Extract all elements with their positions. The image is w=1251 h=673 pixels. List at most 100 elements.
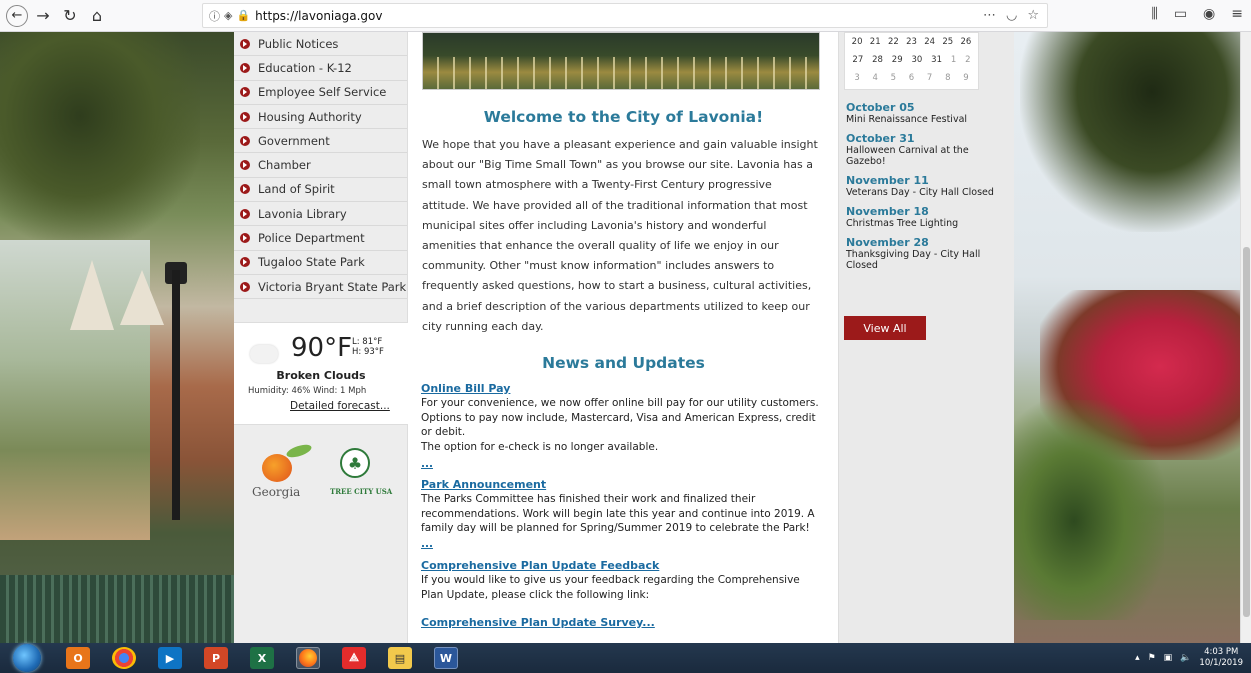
tray-expand-icon[interactable]: ▴ <box>1135 653 1140 663</box>
media-player-icon[interactable]: ▶ <box>158 647 182 669</box>
start-button[interactable] <box>13 644 41 672</box>
reload-icon[interactable]: ↻ <box>58 4 82 28</box>
tracking-shield-icon[interactable]: ◈ <box>224 9 232 22</box>
vertical-scrollbar[interactable] <box>1240 32 1251 643</box>
library-icon[interactable]: ⫼ <box>1151 6 1157 22</box>
left-sidebar: Public Notices Education - K-12 Employee S… <box>234 32 408 643</box>
calendar-day[interactable]: 29 <box>892 55 903 65</box>
calendar-day[interactable]: 20 <box>852 37 863 47</box>
account-icon[interactable]: ◉ <box>1203 6 1215 22</box>
calendar-day[interactable]: 28 <box>872 55 883 65</box>
news-item-comprehensive-plan: Comprehensive Plan Update Feedback If yo… <box>421 559 821 630</box>
news-title-link[interactable]: Comprehensive Plan Update Feedback <box>421 559 821 573</box>
url-text[interactable]: https://lavoniaga.gov <box>255 9 382 23</box>
menu-item-label: Police Department <box>258 231 365 246</box>
event-date: October 31 <box>846 132 915 145</box>
news-title-link[interactable]: Online Bill Pay <box>421 382 821 396</box>
word-icon[interactable]: W <box>434 647 458 669</box>
event-item[interactable]: November 28 Thanksgiving Day - City Hall … <box>846 237 1011 272</box>
calendar-day[interactable]: 21 <box>870 37 881 47</box>
calendar-day[interactable]: 1 <box>951 55 956 65</box>
page-actions-icon[interactable]: ⋯ <box>983 8 996 23</box>
pocket-icon[interactable]: ◡ <box>1006 8 1017 23</box>
network-icon[interactable]: ▣ <box>1164 653 1173 663</box>
firefox-icon[interactable] <box>296 647 320 669</box>
scrollbar-thumb[interactable] <box>1243 247 1250 617</box>
calendar-day[interactable]: 27 <box>852 55 863 65</box>
menu-item[interactable]: Government <box>234 129 407 154</box>
georgia-logo-text: Georgia <box>252 485 301 499</box>
detailed-forecast-link[interactable]: Detailed forecast... <box>290 400 390 412</box>
menu-item[interactable]: Education - K-12 <box>234 56 407 81</box>
background-tree-right <box>1020 32 1240 232</box>
menu-icon[interactable]: ≡ <box>1231 6 1243 22</box>
menu-item[interactable]: Land of Spirit <box>234 178 407 203</box>
calendar-day[interactable]: 8 <box>945 73 950 83</box>
calendar-day[interactable]: 30 <box>911 55 922 65</box>
arrow-bullet-icon <box>240 111 250 122</box>
menu-item[interactable]: Lavonia Library <box>234 202 407 227</box>
news-heading: News and Updates <box>542 354 705 372</box>
event-name: Christmas Tree Lighting <box>846 218 959 229</box>
chrome-icon[interactable] <box>112 647 136 669</box>
powerpoint-icon[interactable]: P <box>204 647 228 669</box>
event-date: November 11 <box>846 174 929 187</box>
weather-low: L: 81°F <box>352 337 383 347</box>
news-more-link[interactable]: ... <box>421 458 821 470</box>
event-item[interactable]: November 11 Veterans Day - City Hall Clos… <box>846 174 1011 199</box>
background-banana-plant <box>1014 400 1164 620</box>
event-item[interactable]: October 31 Halloween Carnival at the Gaze… <box>846 132 1011 168</box>
calendar-day[interactable]: 2 <box>965 55 970 65</box>
calendar-day[interactable]: 4 <box>873 73 878 83</box>
menu-item[interactable]: Public Notices <box>234 32 407 57</box>
news-title-link[interactable]: Park Announcement <box>421 478 821 492</box>
menu-item[interactable]: Chamber <box>234 153 407 178</box>
event-item[interactable]: November 18 Christmas Tree Lighting <box>846 206 1011 230</box>
tree-city-usa-logo[interactable]: ♣ <box>340 448 370 478</box>
news-item-online-bill-pay: Online Bill Pay For your convenience, we… <box>421 382 821 470</box>
news-body: If you would like to give us your feedba… <box>421 574 800 601</box>
calendar-day[interactable]: 5 <box>891 73 896 83</box>
calendar-day[interactable]: 23 <box>906 37 917 47</box>
file-explorer-icon[interactable]: ▤ <box>388 647 412 669</box>
sidebar-icon[interactable]: ▭ <box>1174 6 1187 22</box>
view-all-button[interactable]: View All <box>844 316 926 340</box>
calendar-day[interactable]: 22 <box>888 37 899 47</box>
menu-item[interactable]: Tugaloo State Park <box>234 251 407 275</box>
calendar-day[interactable]: 25 <box>942 37 953 47</box>
taskbar-clock[interactable]: 4:03 PM 10/1/2019 <box>1199 647 1243 669</box>
menu-item[interactable]: Housing Authority <box>234 105 407 130</box>
outlook-icon[interactable]: O <box>66 647 90 669</box>
info-icon[interactable]: ⓘ <box>209 8 220 24</box>
acrobat-icon[interactable]: ⟁ <box>342 647 366 669</box>
survey-link[interactable]: Comprehensive Plan Update Survey... <box>421 616 821 630</box>
event-item[interactable]: October 05 Mini Renaissance Festival <box>846 102 1011 126</box>
menu-item-label: Land of Spirit <box>258 182 335 197</box>
menu-item-label: Education - K-12 <box>258 60 352 75</box>
menu-item[interactable]: Employee Self Service <box>234 81 407 105</box>
menu-item[interactable]: Victoria Bryant State Park <box>234 275 407 300</box>
calendar-day[interactable]: 26 <box>961 37 972 47</box>
calendar-week-row: 3 4 5 6 7 8 9 <box>845 69 978 87</box>
calendar-day[interactable]: 31 <box>931 55 942 65</box>
menu-item-label: Chamber <box>258 158 311 173</box>
back-icon[interactable]: ← <box>6 4 28 27</box>
news-body-note: The option for e-check is no longer avai… <box>421 440 659 453</box>
action-center-flag-icon[interactable]: ⚑ <box>1148 653 1156 663</box>
calendar-day[interactable]: 6 <box>909 73 914 83</box>
menu-item[interactable]: Police Department <box>234 226 407 251</box>
calendar-day[interactable]: 9 <box>963 73 968 83</box>
calendar-day[interactable]: 24 <box>924 37 935 47</box>
forward-icon[interactable]: → <box>31 4 55 28</box>
excel-icon[interactable]: X <box>250 647 274 669</box>
news-more-link[interactable]: ... <box>421 538 821 550</box>
menu-item-label: Employee Self Service <box>258 85 387 100</box>
georgia-peach-logo[interactable] <box>262 454 292 482</box>
address-bar[interactable]: ⓘ ◈ 🔒 https://lavoniaga.gov ⋯ ◡ ☆ <box>202 3 1048 28</box>
calendar-day[interactable]: 3 <box>854 73 859 83</box>
volume-icon[interactable]: 🔈 <box>1180 653 1191 663</box>
calendar-day[interactable]: 7 <box>927 73 932 83</box>
home-icon[interactable]: ⌂ <box>85 4 109 28</box>
event-name: Halloween Carnival at the Gazebo! <box>846 145 969 167</box>
bookmark-star-icon[interactable]: ☆ <box>1027 8 1039 23</box>
